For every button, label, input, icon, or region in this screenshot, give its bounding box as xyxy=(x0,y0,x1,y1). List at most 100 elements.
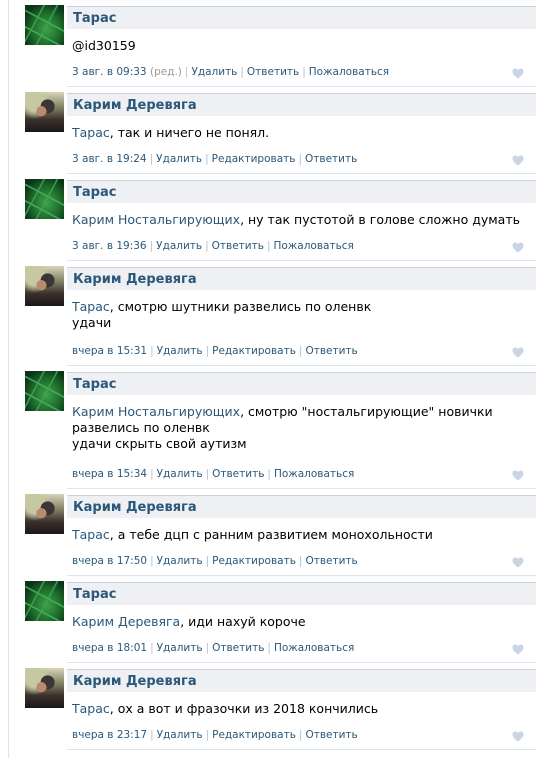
author-name-link[interactable]: Карим Деревяга xyxy=(73,674,197,689)
action-2-link[interactable]: Ответить xyxy=(212,642,264,654)
action-separator: | xyxy=(298,153,302,165)
comment-divider xyxy=(67,173,536,174)
comment-text-fragment: , ох а вот и фразочки из 2018 кончились xyxy=(109,701,379,716)
heart-icon[interactable] xyxy=(512,241,524,253)
comment-text: Тарас, так и ничего не понял. xyxy=(72,125,522,141)
comment-text-fragment: @id30159 xyxy=(72,38,136,53)
author-name-link[interactable]: Тарас xyxy=(73,11,116,26)
comment-header: Карим Деревяга xyxy=(67,267,536,290)
heart-icon[interactable] xyxy=(512,730,524,742)
heart-icon[interactable] xyxy=(512,643,524,655)
author-avatar[interactable] xyxy=(25,371,64,411)
comment-date-link[interactable]: вчера в 17:50 xyxy=(72,555,147,567)
author-name-link[interactable]: Карим Деревяга xyxy=(73,500,197,515)
action-1-link[interactable]: Удалить xyxy=(157,555,203,567)
action-1-link[interactable]: Удалить xyxy=(157,468,203,480)
action-separator: | xyxy=(240,66,244,78)
action-separator: | xyxy=(205,729,210,741)
author-avatar[interactable] xyxy=(25,494,64,534)
author-name-link[interactable]: Тарас xyxy=(73,377,116,392)
reply-to-link[interactable]: Карим Ностальгирующих xyxy=(72,404,240,419)
comment-text-line: Тарас, так и ничего не понял. xyxy=(72,125,522,141)
reply-to-link[interactable]: Карим Ностальгирующих xyxy=(72,212,240,227)
action-3-link[interactable]: Пожаловаться xyxy=(273,240,353,252)
action-1-link[interactable]: Удалить xyxy=(191,66,237,78)
comment-text-fragment: , а тебе дцп с ранним развитием монохоль… xyxy=(109,527,433,542)
comment-text: Тарас, ох а вот и фразочки из 2018 кончи… xyxy=(72,701,522,717)
reply-to-link[interactable]: Карим Деревяга xyxy=(72,614,180,629)
comment-text-fragment: , смотрю "ностальгирующие" новички xyxy=(240,404,493,419)
heart-icon[interactable] xyxy=(512,346,524,358)
author-avatar[interactable] xyxy=(25,668,64,708)
comment-meta: вчера в 23:17 | Удалить | Редактировать | Отве… xyxy=(72,729,358,741)
action-separator: | xyxy=(150,642,154,654)
heart-icon[interactable] xyxy=(512,469,524,481)
reply-to-link[interactable]: Тарас xyxy=(72,701,110,716)
comment-text-line: Тарас, а тебе дцп с ранним развитием мон… xyxy=(72,527,522,543)
action-separator: | xyxy=(302,66,306,78)
author-avatar[interactable] xyxy=(25,266,64,306)
comment-meta: вчера в 18:01 | Удалить | Ответить | Пожаловат… xyxy=(72,642,354,654)
action-3-link[interactable]: Ответить xyxy=(305,555,357,567)
action-3-link[interactable]: Ответить xyxy=(305,153,357,165)
action-1-link[interactable]: Удалить xyxy=(157,729,203,741)
action-separator: | xyxy=(150,468,154,480)
author-name-link[interactable]: Тарас xyxy=(73,587,116,602)
action-separator: | xyxy=(205,555,210,567)
comment-text-fragment: удачи xyxy=(72,315,112,330)
comment-date-link[interactable]: 3 авг. в 19:36 xyxy=(72,240,147,252)
author-avatar[interactable] xyxy=(25,179,64,219)
comment-text-line: удачи xyxy=(72,315,522,331)
comment-date-link[interactable]: 3 авг. в 09:33 xyxy=(72,66,147,78)
action-separator: | xyxy=(205,345,210,357)
comment-date-link[interactable]: вчера в 15:34 xyxy=(72,468,147,480)
action-2-link[interactable]: Ответить xyxy=(247,66,299,78)
heart-icon[interactable] xyxy=(512,556,524,568)
action-2-link[interactable]: Ответить xyxy=(212,468,264,480)
reply-to-link[interactable]: Тарас xyxy=(72,299,110,314)
action-2-link[interactable]: Редактировать xyxy=(212,153,296,165)
action-separator: | xyxy=(298,555,303,567)
author-avatar[interactable] xyxy=(25,581,64,621)
author-avatar[interactable] xyxy=(25,92,64,132)
reply-to-link[interactable]: Тарас xyxy=(72,527,110,542)
comment-header: Тарас xyxy=(67,6,536,29)
comment-text-fragment: , иди нахуй короче xyxy=(180,614,306,629)
action-2-link[interactable]: Ответить xyxy=(212,240,264,252)
left-border-line xyxy=(8,0,9,758)
author-name-link[interactable]: Карим Деревяга xyxy=(73,272,197,287)
action-3-link[interactable]: Ответить xyxy=(305,345,357,357)
comment-header: Карим Деревяга xyxy=(67,93,536,116)
comment-header: Тарас xyxy=(67,582,536,605)
comment-divider xyxy=(67,749,536,750)
comment-date-link[interactable]: вчера в 15:31 xyxy=(72,345,147,357)
action-3-link[interactable]: Пожаловаться xyxy=(274,642,354,654)
comment-header: Карим Деревяга xyxy=(67,495,536,518)
heart-icon[interactable] xyxy=(512,67,524,79)
reply-to-link[interactable]: Тарас xyxy=(72,125,110,140)
action-1-link[interactable]: Удалить xyxy=(157,642,203,654)
action-2-link[interactable]: Редактировать xyxy=(212,555,296,567)
action-2-link[interactable]: Редактировать xyxy=(212,729,296,741)
comment-meta: вчера в 15:34 | Удалить | Ответить | Пожаловат… xyxy=(72,468,354,480)
edited-mark: (ред.) xyxy=(149,66,182,78)
author-avatar[interactable] xyxy=(25,5,64,45)
author-name-link[interactable]: Тарас xyxy=(73,185,116,200)
comment-date-link[interactable]: 3 авг. в 19:24 xyxy=(72,153,147,165)
action-separator: | xyxy=(267,468,271,480)
action-1-link[interactable]: Удалить xyxy=(156,240,202,252)
heart-icon[interactable] xyxy=(512,154,524,166)
comment-text-line: Карим Деревяга, иди нахуй короче xyxy=(72,614,522,630)
action-1-link[interactable]: Удалить xyxy=(157,345,203,357)
comment-date-link[interactable]: вчера в 18:01 xyxy=(72,642,147,654)
comment-text: Тарас, а тебе дцп с ранним развитием мон… xyxy=(72,527,522,543)
comment-text-fragment: , ну так пустотой в голове сложно думать xyxy=(240,212,520,227)
action-3-link[interactable]: Ответить xyxy=(305,729,357,741)
action-2-link[interactable]: Редактировать xyxy=(212,345,296,357)
comment-date-link[interactable]: вчера в 23:17 xyxy=(72,729,147,741)
comment-text-fragment: , смотрю шутники развелись по оленвк xyxy=(109,299,372,314)
action-1-link[interactable]: Удалить xyxy=(156,153,202,165)
action-3-link[interactable]: Пожаловаться xyxy=(274,468,354,480)
author-name-link[interactable]: Карим Деревяга xyxy=(73,98,197,113)
action-3-link[interactable]: Пожаловаться xyxy=(309,66,389,78)
